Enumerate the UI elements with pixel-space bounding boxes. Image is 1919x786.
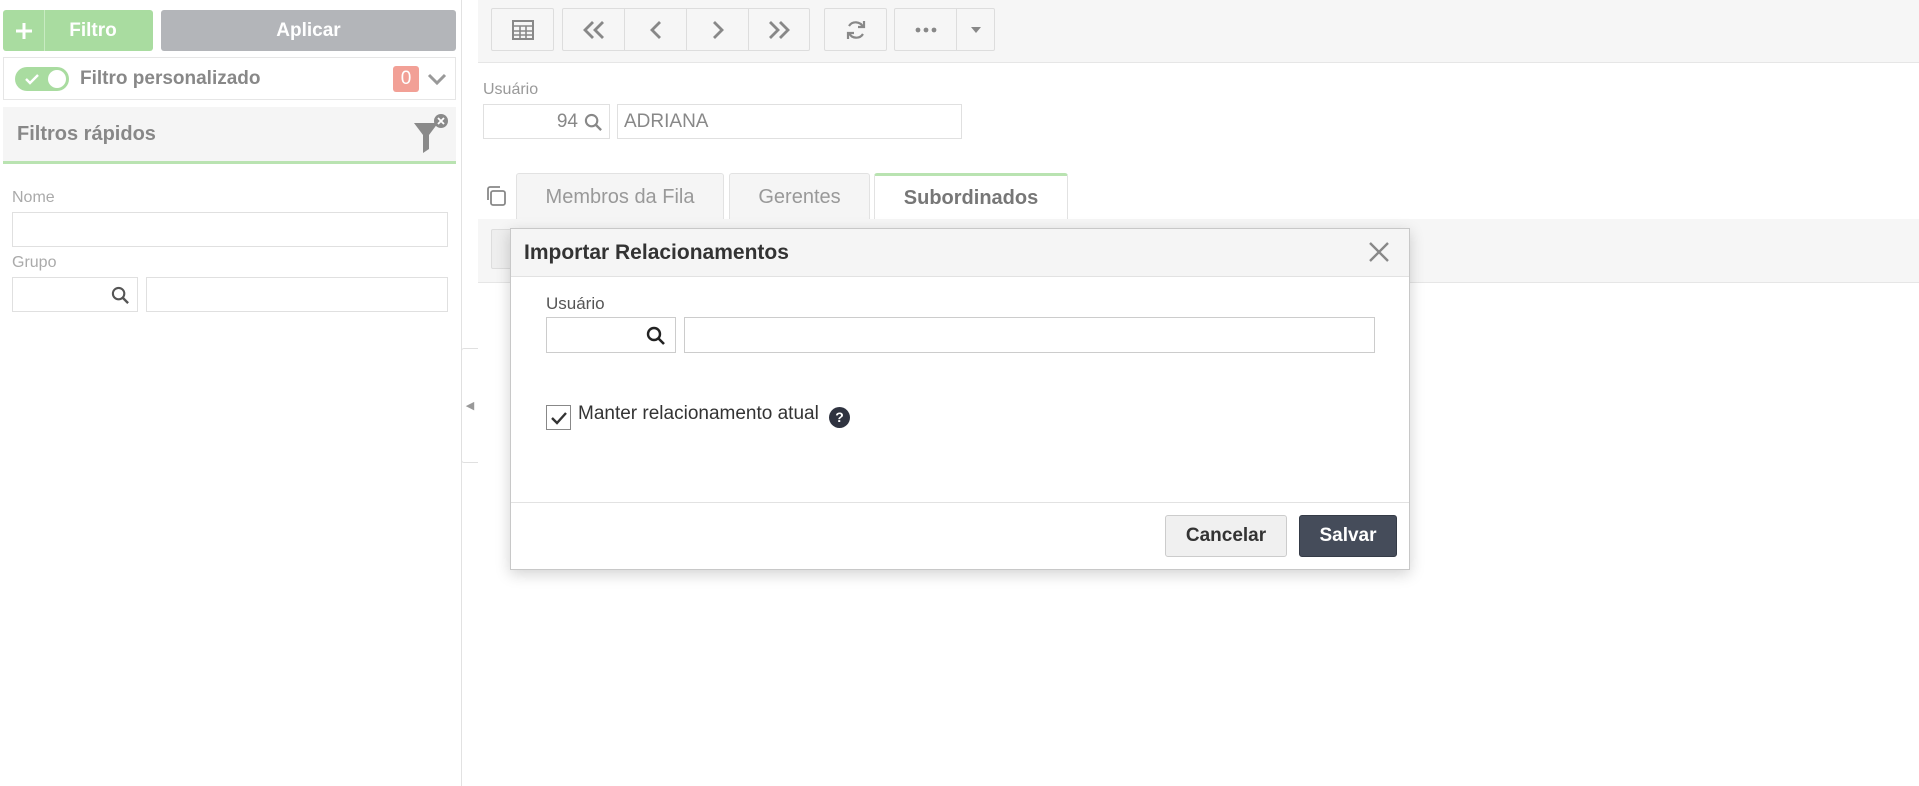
grid-icon bbox=[511, 19, 534, 40]
quick-filters-header: Filtros rápidos bbox=[3, 107, 456, 164]
caret-left-icon: ◀ bbox=[465, 400, 475, 412]
custom-filter-count-badge: 0 bbox=[393, 66, 419, 92]
collapse-panel-handle[interactable]: ◀ bbox=[461, 348, 478, 463]
custom-filter-label: Filtro personalizado bbox=[80, 67, 261, 89]
search-icon[interactable] bbox=[584, 113, 603, 132]
dialog-title: Importar Relacionamentos bbox=[524, 240, 789, 264]
more-dropdown-button[interactable] bbox=[957, 9, 994, 50]
more-button[interactable] bbox=[895, 9, 957, 50]
chevron-down-icon[interactable] bbox=[427, 69, 447, 89]
checkmark-icon bbox=[550, 411, 567, 425]
user-code-value: 94 bbox=[556, 111, 578, 132]
filter-settings-icon[interactable] bbox=[408, 111, 450, 157]
check-icon bbox=[25, 73, 39, 85]
help-icon[interactable]: ? bbox=[829, 407, 850, 428]
grid-view-button[interactable] bbox=[492, 9, 553, 50]
save-button[interactable]: Salvar bbox=[1299, 515, 1397, 557]
apply-button[interactable]: Aplicar bbox=[161, 10, 456, 51]
tab-gerentes[interactable]: Gerentes bbox=[729, 173, 870, 220]
pagination-group bbox=[562, 8, 810, 51]
close-icon[interactable] bbox=[1367, 240, 1391, 264]
search-icon[interactable] bbox=[646, 326, 666, 346]
group-name-input[interactable] bbox=[146, 277, 448, 312]
more-group bbox=[894, 8, 995, 51]
keep-relationship-checkbox[interactable] bbox=[546, 405, 571, 430]
add-filter-button[interactable]: Filtro bbox=[3, 10, 153, 51]
filter-panel: Filtro Aplicar Filtro personalizado 0 Fi… bbox=[0, 0, 462, 786]
next-page-button[interactable] bbox=[687, 9, 749, 50]
user-label: Usuário bbox=[483, 81, 539, 98]
copy-icon[interactable] bbox=[484, 184, 508, 208]
last-page-icon bbox=[769, 20, 790, 39]
dialog-user-name-input[interactable] bbox=[684, 317, 1375, 353]
first-page-button[interactable] bbox=[563, 9, 625, 50]
refresh-button[interactable] bbox=[825, 9, 886, 50]
more-icon bbox=[915, 27, 936, 32]
custom-filter-row: Filtro personalizado 0 bbox=[3, 57, 456, 100]
keep-relationship-label: Manter relacionamento atual bbox=[578, 403, 819, 424]
caret-down-icon bbox=[970, 26, 981, 33]
grid-view-group bbox=[491, 8, 554, 51]
custom-filter-toggle[interactable] bbox=[15, 66, 69, 91]
dialog-footer: Cancelar Salvar bbox=[511, 502, 1409, 569]
user-name-input[interactable]: ADRIANA bbox=[617, 104, 962, 139]
group-code-input[interactable] bbox=[12, 277, 138, 312]
refresh-icon bbox=[846, 20, 865, 39]
tab-subordinados[interactable]: Subordinados bbox=[874, 173, 1068, 220]
cancel-button[interactable]: Cancelar bbox=[1165, 515, 1287, 557]
user-code-input[interactable]: 94 bbox=[483, 104, 610, 139]
dialog-header: Importar Relacionamentos bbox=[511, 229, 1409, 277]
last-page-button[interactable] bbox=[749, 9, 809, 50]
name-filter-input[interactable] bbox=[12, 212, 448, 247]
dialog-user-code-input[interactable] bbox=[546, 317, 676, 353]
refresh-group bbox=[824, 8, 887, 51]
search-icon[interactable] bbox=[111, 286, 130, 305]
user-name-value: ADRIANA bbox=[624, 111, 709, 132]
name-filter-label: Nome bbox=[12, 189, 55, 206]
import-relationships-dialog: Importar Relacionamentos Usuário Manter … bbox=[510, 228, 1410, 570]
first-page-icon bbox=[582, 20, 604, 39]
toolbar bbox=[478, 0, 1919, 63]
prev-icon bbox=[649, 20, 661, 39]
plus-icon bbox=[3, 10, 45, 51]
dialog-user-label: Usuário bbox=[546, 294, 605, 313]
quick-filters-title: Filtros rápidos bbox=[17, 122, 156, 145]
add-filter-label: Filtro bbox=[69, 19, 117, 41]
group-filter-label: Grupo bbox=[12, 254, 57, 271]
tab-membros-da-fila[interactable]: Membros da Fila bbox=[516, 173, 724, 220]
prev-page-button[interactable] bbox=[625, 9, 687, 50]
next-icon bbox=[712, 20, 724, 39]
